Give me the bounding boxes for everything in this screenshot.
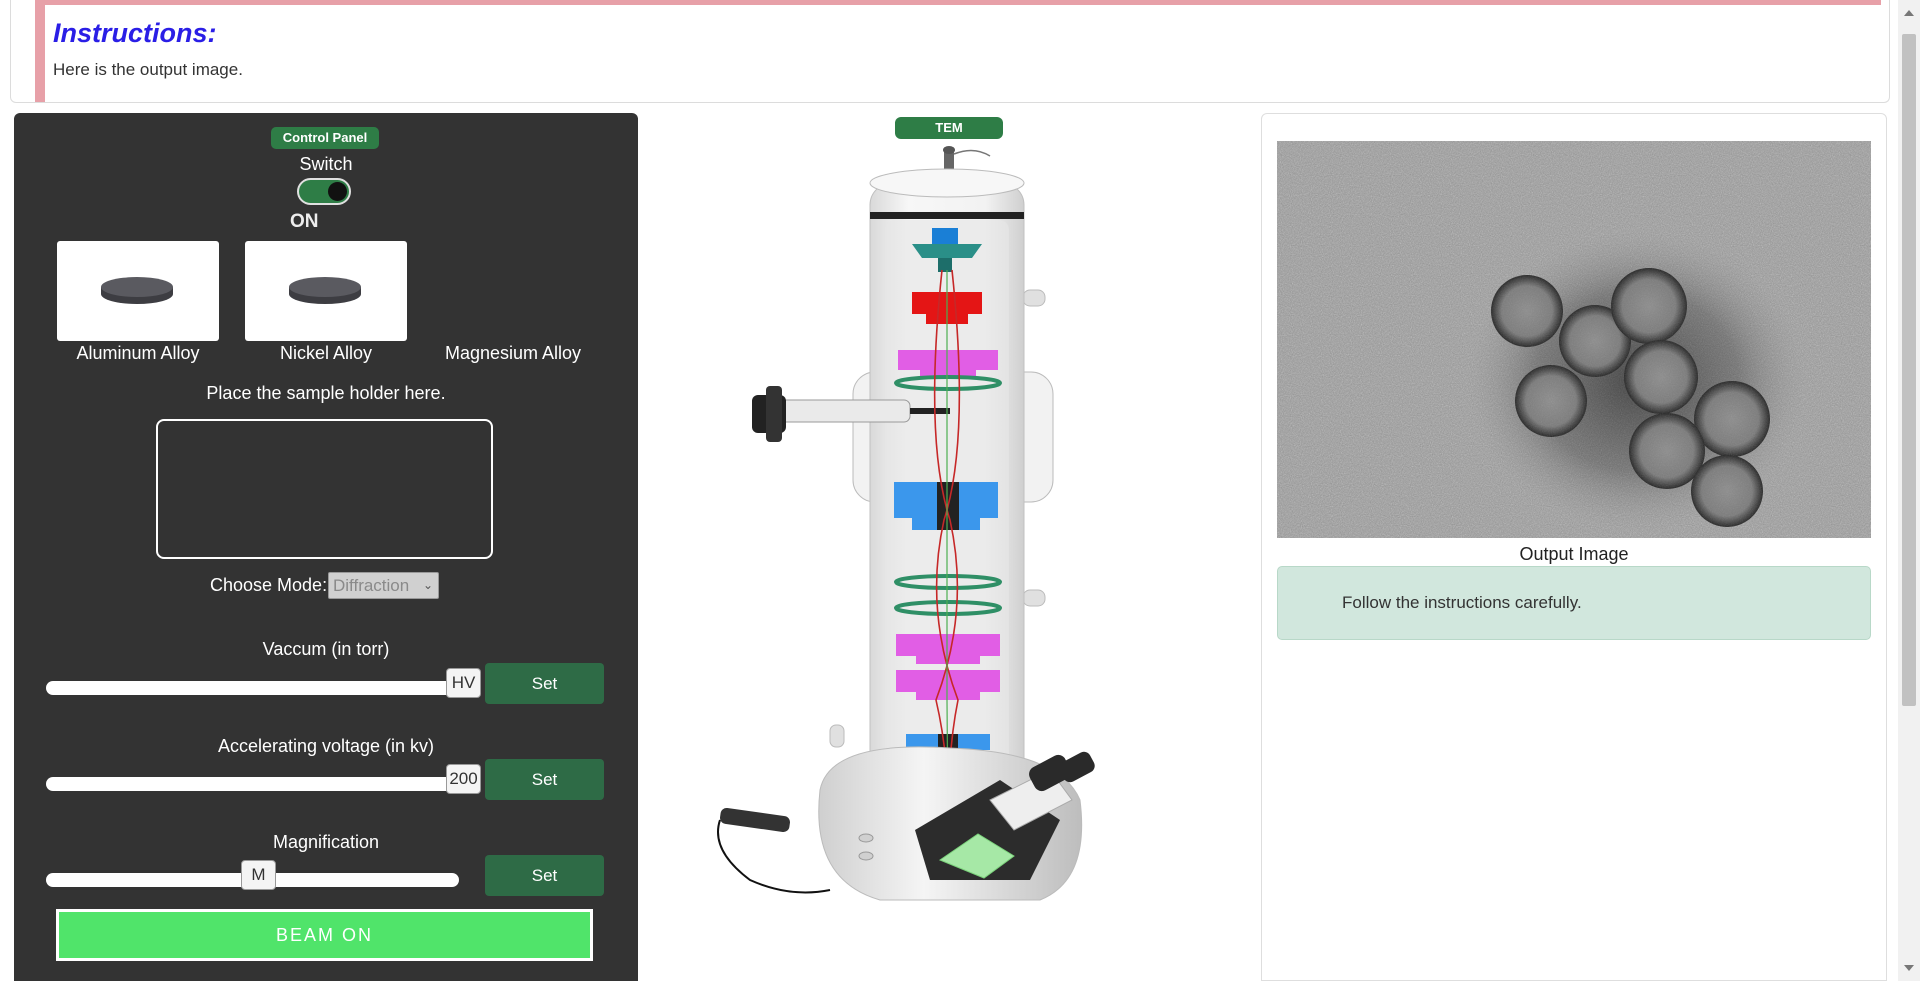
voltage-slider-thumb[interactable]: 200 — [446, 764, 481, 794]
vacuum-title: Vaccum (in torr) — [262, 639, 390, 659]
scrollbar-thumb[interactable] — [1902, 34, 1916, 706]
sample-nickel-card[interactable] — [245, 241, 407, 341]
virus-particles-image — [1277, 141, 1871, 538]
control-panel-badge: Control Panel — [271, 127, 379, 149]
voltage-title: Accelerating voltage (in kv) — [217, 736, 435, 756]
sample-holder-dropzone[interactable] — [156, 419, 493, 559]
scroll-down-arrow-icon[interactable] — [1904, 965, 1914, 971]
sample-aluminum-label: Aluminum Alloy — [76, 343, 200, 363]
switch-state-label: ON — [290, 211, 319, 232]
magnification-set-button[interactable]: Set — [485, 855, 604, 896]
magnification-slider-thumb[interactable]: M — [241, 860, 276, 890]
scroll-up-arrow-icon[interactable] — [1904, 10, 1914, 16]
instructions-top-border — [39, 0, 1881, 5]
nickel-disk-icon — [289, 277, 361, 304]
beam-on-button[interactable]: BEAM ON — [56, 909, 593, 961]
vacuum-set-button[interactable]: Set — [485, 663, 604, 704]
voltage-set-button[interactable]: Set — [485, 759, 604, 800]
sample-aluminum-card[interactable] — [57, 241, 219, 341]
aluminum-disk-icon — [101, 277, 173, 304]
instructions-left-border — [35, 0, 45, 102]
instruction-alert: Follow the instructions carefully. — [1277, 566, 1871, 640]
vacuum-slider-thumb[interactable]: HV — [446, 668, 481, 698]
output-panel: Output Image Follow the instructions car… — [1261, 113, 1887, 981]
sample-nickel-label: Nickel Alloy — [279, 343, 373, 363]
output-image-caption: Output Image — [1519, 544, 1629, 564]
instructions-text: Here is the output image. — [53, 60, 243, 79]
mode-select[interactable]: Diffraction ⌄ — [328, 572, 439, 599]
holder-label: Place the sample holder here. — [206, 383, 446, 403]
tem-output-image — [1277, 141, 1871, 538]
voltage-slider-track[interactable] — [46, 777, 459, 791]
toggle-knob — [328, 182, 347, 201]
alert-text: Follow the instructions carefully. — [1342, 593, 1582, 612]
control-panel: Control Panel Switch ON Aluminum Alloy N… — [14, 113, 638, 981]
tem-microscope-illustration — [717, 146, 1095, 901]
vacuum-slider-track[interactable] — [46, 681, 459, 695]
instructions-title: Instructions: — [53, 18, 217, 48]
mode-label: Choose Mode: — [210, 575, 328, 595]
page-scrollbar[interactable] — [1898, 0, 1920, 981]
tem-badge: TEM — [895, 117, 1003, 139]
switch-label: Switch — [299, 154, 353, 174]
sample-magnesium-label[interactable]: Magnesium Alloy — [418, 343, 608, 364]
instructions-panel: Instructions: Here is the output image. — [10, 0, 1890, 103]
mode-select-value: Diffraction — [333, 576, 410, 595]
chevron-down-icon: ⌄ — [422, 578, 433, 592]
power-switch-toggle[interactable] — [297, 178, 351, 205]
magnification-title: Magnification — [272, 832, 380, 852]
